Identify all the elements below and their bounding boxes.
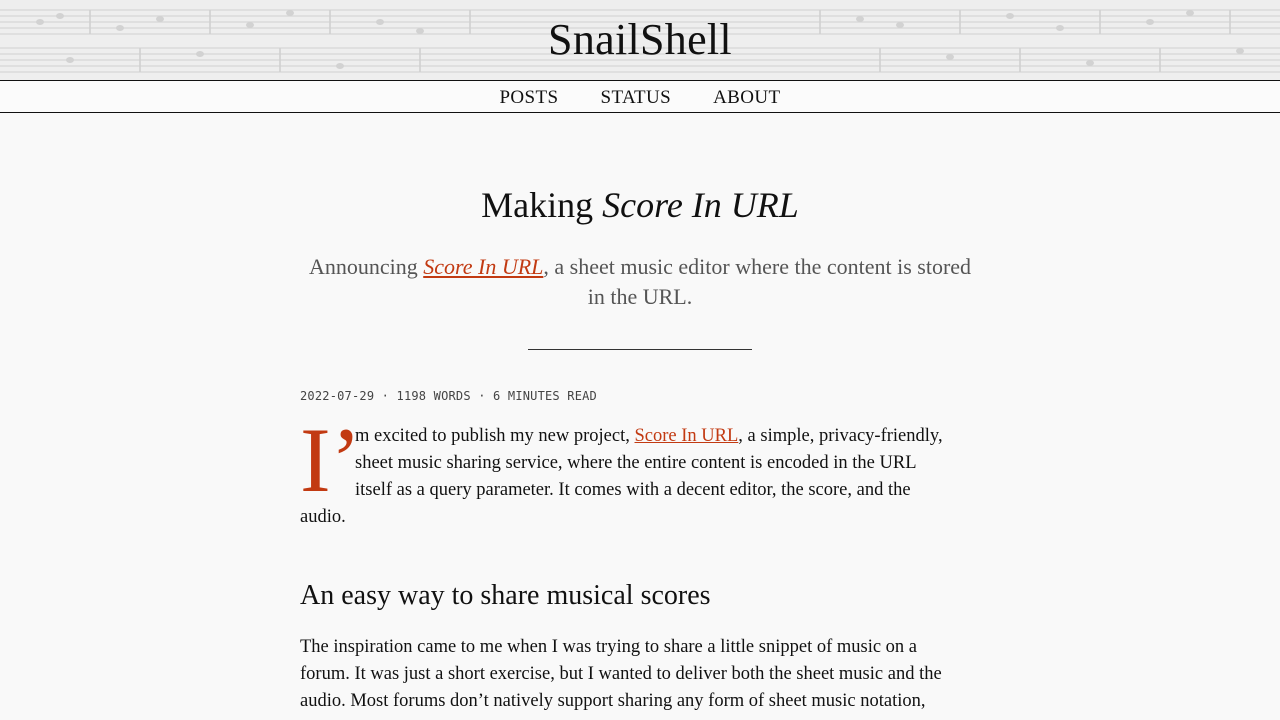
site-title[interactable]: SnailShell [0, 14, 1280, 65]
intro-line-1: m excited to publish my new project, Sco… [300, 423, 970, 450]
section-heading: An easy way to share musical scores [300, 580, 711, 611]
intro-line-3: itself as a query parameter. It comes wi… [355, 480, 911, 500]
intro-line-2: sheet music sharing service, where the e… [355, 453, 917, 473]
intro-text-after-link: , a simple, privacy-friendly, [738, 426, 943, 446]
body-paragraph: The inspiration came to me when I was tr… [300, 634, 980, 715]
subtitle-text-before: Announcing [308, 254, 418, 279]
subtitle-text-line2: in the URL. [587, 284, 693, 309]
nav-item-about[interactable]: ABOUT [713, 85, 780, 109]
subtitle-project-link[interactable]: Score In URL [423, 254, 543, 279]
post-subtitle: Announcing Score In URL, a sheet music e… [300, 252, 980, 312]
site-header: SnailShell [0, 0, 1280, 80]
nav-item-posts[interactable]: POSTS [499, 85, 558, 109]
subtitle-text-after: , a sheet music editor where the content… [543, 254, 972, 279]
body-line-3: audio. Most forums don’t natively suppor… [300, 691, 926, 711]
post-meta: 2022-07-29 · 1198 WORDS · 6 MINUTES READ [300, 389, 597, 403]
post-title-prefix: Making [481, 185, 594, 225]
main-nav: POSTS STATUS ABOUT [0, 80, 1280, 113]
post-title-emphasis: Score In URL [602, 185, 799, 225]
intro-text-before-link: m excited to publish my new project, [355, 426, 635, 446]
nav-item-status[interactable]: STATUS [601, 85, 672, 109]
body-line-1: The inspiration came to me when I was tr… [300, 637, 918, 657]
intro-line-4: audio. [300, 507, 346, 527]
post-title: Making Score In URL [0, 184, 1280, 226]
intro-paragraph: m excited to publish my new project, Sco… [300, 423, 970, 531]
divider [528, 349, 752, 350]
intro-project-link[interactable]: Score In URL [635, 426, 739, 446]
body-line-2: forum. It was just a short exercise, but… [300, 664, 942, 684]
